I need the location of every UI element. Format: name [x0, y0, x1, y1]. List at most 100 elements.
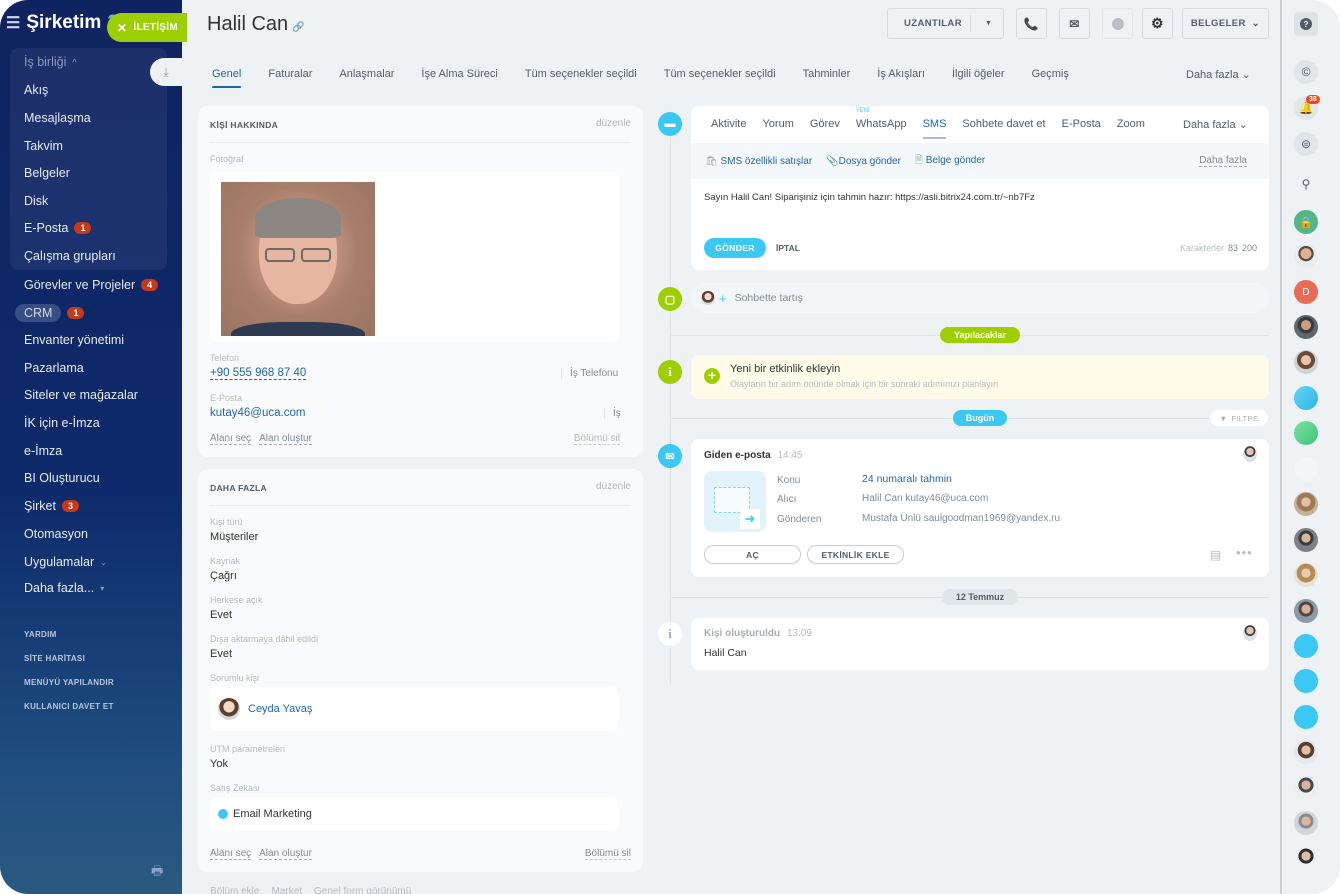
configure-menu-link[interactable]: MENÜYÜ YAPILANDIR [24, 678, 114, 687]
user-clock-icon[interactable] [1294, 669, 1318, 693]
email-button[interactable]: ✉ [1059, 8, 1090, 39]
messenger-button[interactable] [1102, 8, 1133, 39]
create-field-link[interactable]: Alan oluştur [259, 433, 312, 445]
search-icon[interactable]: ⚲ [1294, 172, 1318, 196]
add-section-link[interactable]: Bölüm ekle [210, 886, 259, 894]
editor-tab-comment[interactable]: Yorum [762, 118, 793, 139]
email-link[interactable]: kutay46@uca.com [210, 407, 305, 419]
tab-ise-alma[interactable]: İşe Alma Süreci [421, 68, 497, 88]
responsible-field[interactable]: Ceyda Yavaş [210, 687, 618, 731]
avatar[interactable] [1294, 350, 1318, 374]
sales-intelligence-field[interactable]: Email Marketing [210, 797, 618, 831]
select-field-link[interactable]: Alanı seç [210, 848, 252, 860]
editor-tab-chat-invite[interactable]: Sohbete davet et [962, 118, 1045, 139]
help-icon[interactable]: ? [1294, 12, 1318, 36]
market-link[interactable]: Market [271, 886, 302, 894]
filter-button[interactable]: ▼ FİLTRE [1210, 410, 1268, 426]
link-icon[interactable]: 🔗 [292, 22, 304, 33]
user-clock-icon[interactable] [1294, 705, 1318, 729]
tab-genel[interactable]: Genel [212, 68, 242, 88]
editor-tab-email[interactable]: E-Posta [1062, 118, 1101, 139]
discuss-in-chat[interactable]: + Sohbette tartış [691, 283, 1269, 313]
nav-item-eimza[interactable]: e-İmza [24, 444, 62, 458]
tools-more-link[interactable]: Daha fazla [1199, 155, 1247, 167]
responsible-link[interactable]: Ceyda Yavaş [248, 703, 312, 715]
cancel-button[interactable]: İPTAL [776, 243, 800, 253]
send-button[interactable]: GÖNDER [704, 238, 766, 258]
note-icon[interactable]: ▤ [1210, 548, 1221, 562]
nav-item-calisma-gruplari[interactable]: Çalışma grupları [24, 249, 116, 263]
extensions-button[interactable]: UZANTILAR ▼ [887, 8, 1004, 39]
editor-tab-task[interactable]: Görev [810, 118, 840, 139]
nav-item-gorevler[interactable]: Görevler ve Projeler 4 [24, 278, 159, 292]
avatar[interactable] [1294, 599, 1318, 623]
sitemap-link[interactable]: SİTE HARİTASI [24, 654, 85, 663]
nav-item-akis[interactable]: Akış [24, 83, 48, 97]
author-avatar[interactable] [1243, 446, 1257, 462]
collapse-panel-button[interactable]: ⤓ [150, 58, 182, 86]
editor-tab-zoom[interactable]: Zoom [1117, 118, 1145, 139]
nav-item-daha-fazla[interactable]: Daha fazla... ▾ [24, 581, 104, 595]
chat-group-icon[interactable] [1294, 386, 1318, 410]
close-contact-button[interactable]: ✕ İLETİŞİM [107, 13, 187, 42]
tab-tahminler[interactable]: Tahminler [803, 68, 851, 88]
plus-circle-icon[interactable]: + [704, 368, 720, 384]
add-activity-button[interactable]: ETKİNLİK EKLE [807, 545, 904, 564]
tab-gecmis[interactable]: Geçmiş [1032, 68, 1069, 88]
tab-tum-secenekler-1[interactable]: Tüm seçenekler seçildi [525, 68, 637, 88]
delete-section-link[interactable]: Bölümü sil [573, 433, 620, 445]
phone-link[interactable]: +90 555 968 87 40 [210, 367, 307, 380]
add-activity-prompt[interactable]: + Yeni bir etkinlik ekleyin Olayların bi… [691, 355, 1269, 399]
tab-is-akislari[interactable]: İş Akışları [877, 68, 925, 88]
help-link[interactable]: YARDIM [24, 630, 57, 639]
nav-item-otomasyon[interactable]: Otomasyon [24, 527, 88, 541]
news-icon[interactable] [1294, 421, 1318, 445]
phone-value[interactable]: +90 555 968 87 40 [210, 367, 307, 380]
nav-item-ik-eimza[interactable]: İK için e-İmza [24, 416, 100, 430]
image-icon[interactable] [1294, 457, 1318, 481]
avatar[interactable] [1294, 811, 1318, 835]
avatar[interactable]: D [1294, 280, 1318, 304]
nav-item-belgeler[interactable]: Belgeler [24, 166, 70, 180]
avatar[interactable] [1294, 775, 1318, 799]
form-view-link[interactable]: Genel form görünümü [314, 886, 411, 894]
tab-faturalar[interactable]: Faturalar [268, 68, 312, 88]
user-clock-icon[interactable] [1294, 634, 1318, 658]
nav-item-sirket[interactable]: Şirket 3 [24, 499, 79, 513]
edit-link[interactable]: düzenle [596, 118, 631, 129]
subject-link[interactable]: 24 numaralı tahmin [862, 473, 952, 485]
call-button[interactable]: 📞 [1016, 8, 1047, 39]
tab-more[interactable]: Daha fazla ⌄ [1186, 68, 1251, 81]
edit-link[interactable]: düzenle [596, 481, 631, 492]
sms-message-input[interactable]: Sayın Halil Can! Siparişiniz için tahmin… [704, 192, 1035, 203]
editor-tab-sms[interactable]: SMS [922, 118, 946, 139]
delete-section-link[interactable]: Bölümü sil [584, 848, 631, 860]
printer-icon[interactable]: 🖶 [151, 862, 163, 884]
tab-tum-secenekler-2[interactable]: Tüm seçenekler seçildi [664, 68, 776, 88]
avatar[interactable] [1294, 315, 1318, 339]
settings-button[interactable]: ⚙ [1142, 8, 1173, 39]
caret-down-icon[interactable]: ▼ [985, 20, 992, 27]
nav-item-mesajlasma[interactable]: Mesajlaşma [24, 111, 91, 125]
nav-item-bi[interactable]: BI Oluşturucu [24, 471, 100, 485]
messages-icon[interactable]: ⊜ [1294, 132, 1318, 156]
nav-item-uygulamalar[interactable]: Uygulamalar ⌄ [24, 555, 107, 569]
group-title-collaboration[interactable]: İş birliği ^ [24, 55, 77, 69]
editor-tab-activity[interactable]: Aktivite [711, 118, 746, 139]
menu-icon[interactable]: ☰ [6, 13, 20, 33]
create-field-link[interactable]: Alan oluştur [259, 848, 312, 860]
tab-anlasmalar[interactable]: Anlaşmalar [339, 68, 394, 88]
send-file-button[interactable]: 📎Dosya gönder [826, 156, 901, 167]
avatar[interactable] [1294, 740, 1318, 764]
avatar[interactable] [1294, 563, 1318, 587]
avatar[interactable] [1294, 244, 1318, 268]
documents-button[interactable]: BELGELER ⌄ [1182, 8, 1269, 39]
nav-item-eposta[interactable]: E-Posta 1 [24, 221, 92, 235]
editor-tab-whatsapp[interactable]: YENİ WhatsApp [856, 108, 907, 139]
photo-field[interactable] [210, 172, 618, 342]
nav-item-takvim[interactable]: Takvim [24, 139, 63, 153]
send-document-button[interactable]: 🗎 Belge gönder [915, 153, 985, 170]
nav-item-crm[interactable]: CRM 1 [15, 304, 85, 322]
lock-icon[interactable]: 🔒 [1294, 210, 1318, 234]
nav-item-siteler[interactable]: Siteler ve mağazalar [24, 388, 138, 402]
